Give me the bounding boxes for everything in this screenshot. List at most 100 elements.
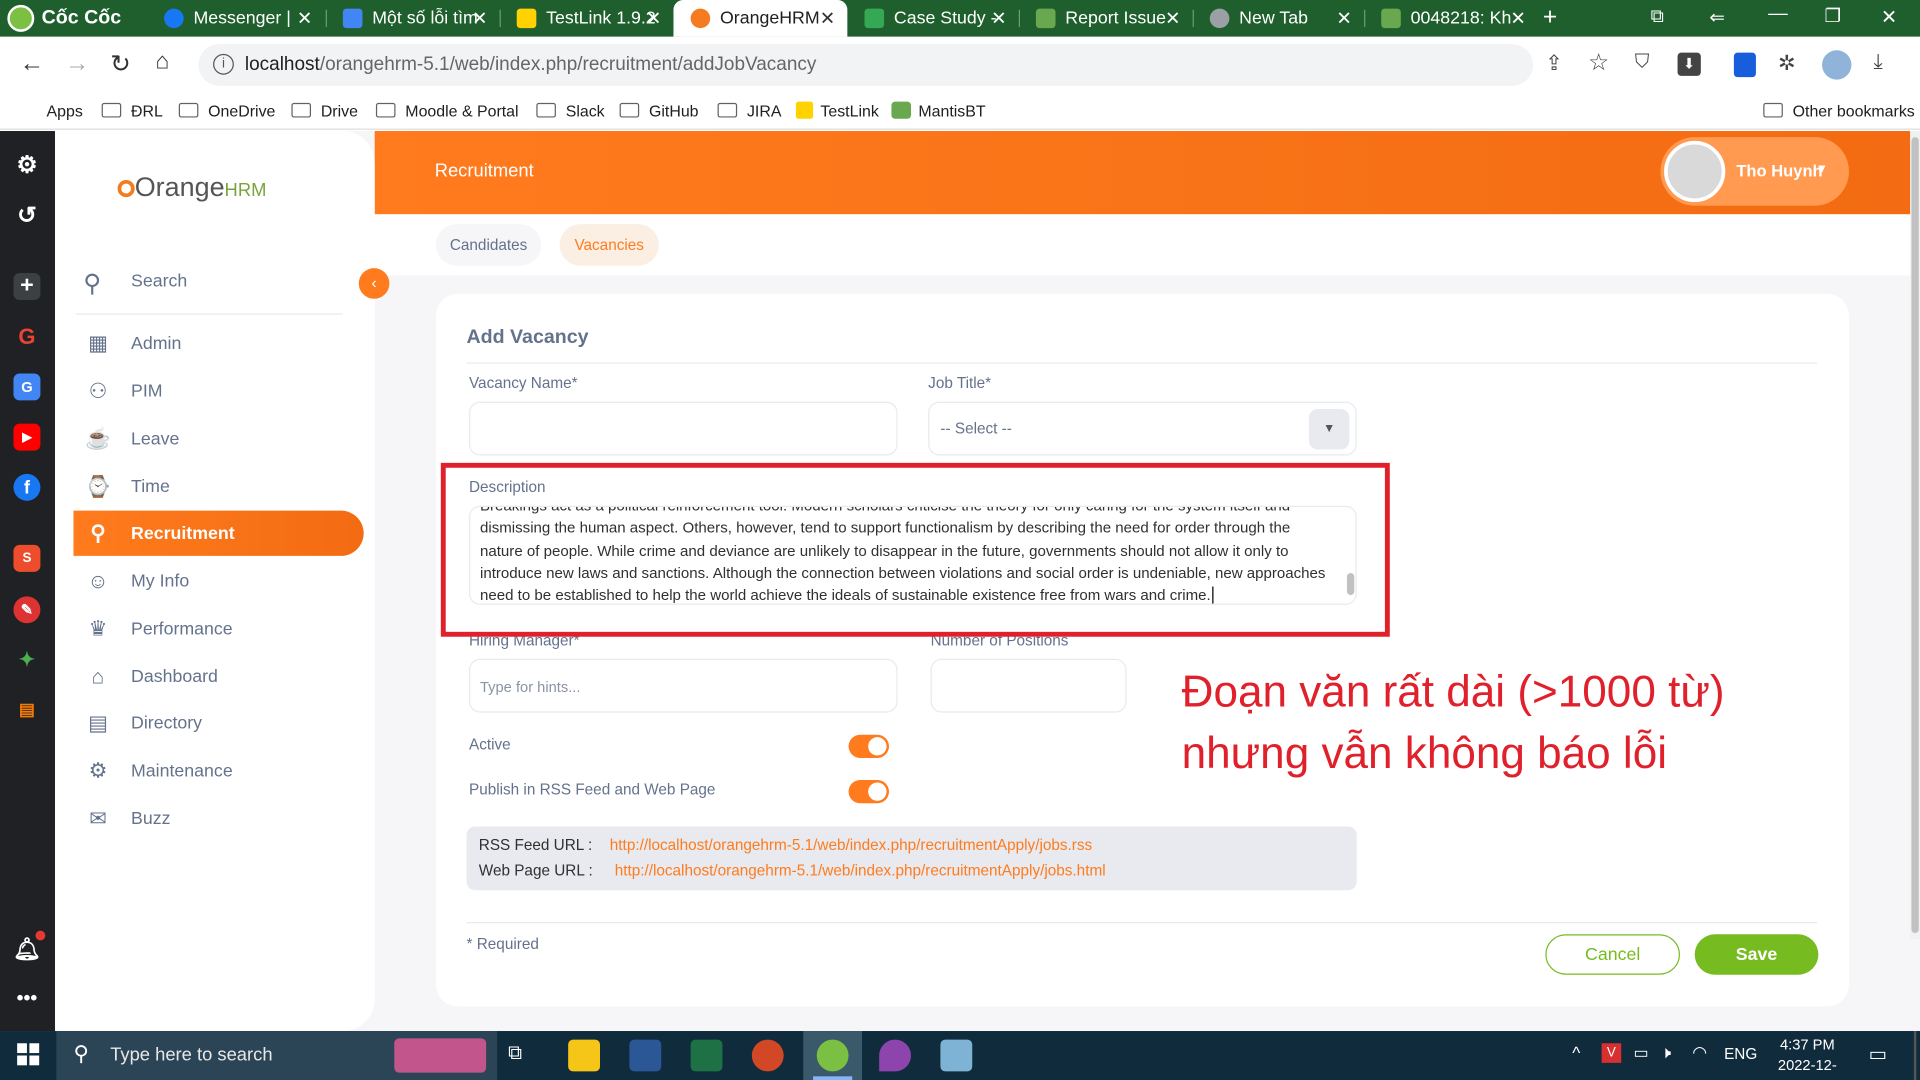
powerpoint-icon[interactable] <box>751 1039 784 1072</box>
close-tab-icon[interactable]: ✕ <box>472 7 487 30</box>
close-tab-icon[interactable]: ✕ <box>1510 7 1525 30</box>
bookmark-mantisbt[interactable]: MantisBT <box>891 98 986 122</box>
tab-coccoc[interactable]: Cốc Cốc <box>0 0 137 37</box>
notes-icon[interactable]: ✎ <box>13 596 41 624</box>
youtube-icon[interactable]: ▶ <box>13 423 41 451</box>
scrollbar-thumb[interactable] <box>1911 137 1919 934</box>
close-tab-icon[interactable]: ✕ <box>1336 7 1351 30</box>
google-icon[interactable]: G <box>13 323 40 350</box>
downloads-icon[interactable]: ⤓ <box>1873 50 1882 74</box>
rss-url-link[interactable]: http://localhost/orangehrm-5.1/web/index… <box>610 836 1092 853</box>
add-panel-icon[interactable]: + <box>13 273 41 301</box>
notifications-icon[interactable]: ▭ <box>1869 1042 1888 1066</box>
tab-candidates[interactable]: Candidates <box>435 224 542 266</box>
shield-icon[interactable]: ⛉ <box>1635 51 1650 73</box>
cancel-button[interactable]: Cancel <box>1545 934 1681 975</box>
history-icon[interactable]: ↺ <box>13 202 40 229</box>
shopee-icon[interactable]: S <box>13 544 41 572</box>
forward-icon[interactable]: → <box>65 50 89 78</box>
bookmark-testlink[interactable]: TestLink <box>795 98 879 122</box>
site-info-icon[interactable]: i <box>213 53 234 75</box>
tab-report-issue[interactable]: Report Issue ✕ <box>1019 0 1193 37</box>
sidebar-item-recruitment[interactable]: ⚲ Recruitment <box>73 510 364 556</box>
settings-icon[interactable]: ⚙ <box>13 152 40 179</box>
tab-messenger[interactable]: Messenger | ✕ <box>147 0 325 37</box>
more-icon[interactable]: ••• <box>13 986 40 1013</box>
sidebar-item-admin[interactable]: ▦ Admin <box>73 321 363 366</box>
task-view-icon[interactable]: ⧉ <box>508 1043 522 1065</box>
tab-search-icon[interactable]: ⇐ <box>1709 6 1724 28</box>
rss-toggle[interactable] <box>848 780 889 804</box>
tab-testlink[interactable]: TestLink 1.9.2 ✕ <box>500 0 674 37</box>
coccoc-game-icon[interactable]: ✦ <box>13 647 40 674</box>
paint-icon[interactable] <box>879 1039 912 1072</box>
minimize-icon[interactable]: — <box>1768 4 1788 26</box>
sidebar-item-pim[interactable]: ⚇ PIM <box>73 369 363 414</box>
sidebar-item-dashboard[interactable]: ⌂ Dashboard <box>73 654 363 699</box>
share-icon[interactable]: ⇪ <box>1545 51 1562 75</box>
extensions-icon[interactable]: ✲ <box>1778 51 1795 75</box>
sidebar-item-my-info[interactable]: ☺ My Info <box>73 558 363 603</box>
bookmark-apps[interactable]: Apps <box>47 98 83 122</box>
web-url-link[interactable]: http://localhost/orangehrm-5.1/web/index… <box>615 862 1106 879</box>
close-tab-icon[interactable]: ✕ <box>297 7 312 30</box>
notepad-icon[interactable] <box>940 1039 973 1072</box>
close-tab-icon[interactable]: ✕ <box>820 7 835 30</box>
restore-icon[interactable]: ❐ <box>1824 5 1840 27</box>
tab-new-tab[interactable]: New Tab ✕ <box>1193 0 1364 37</box>
chevron-down-icon[interactable]: ▼ <box>1308 408 1350 450</box>
new-tab-icon[interactable]: + <box>1543 4 1557 32</box>
home-icon[interactable]: ⌂ <box>156 49 170 76</box>
bitwarden-icon[interactable] <box>1733 52 1756 78</box>
profile-avatar-icon[interactable] <box>1822 50 1852 80</box>
chevron-up-icon[interactable]: ^ <box>1572 1043 1580 1063</box>
star-icon[interactable]: ☆ <box>1588 49 1609 77</box>
facebook-sidebar-icon[interactable]: f <box>13 473 41 501</box>
sidebar-item-directory[interactable]: ▤ Directory <box>73 700 363 745</box>
url-text[interactable]: localhost/orangehrm-5.1/web/index.php/re… <box>245 54 816 76</box>
show-desktop[interactable] <box>1913 1031 1917 1080</box>
sidebar-search[interactable]: Search <box>131 272 187 292</box>
vivaldi-tray-icon[interactable]: V <box>1601 1043 1622 1063</box>
sidebar-item-time[interactable]: ⌚ Time <box>73 464 363 509</box>
screenshot-icon[interactable]: ⧉ <box>1651 6 1664 27</box>
sidebar-item-leave[interactable]: ☕ Leave <box>73 416 363 461</box>
bookmark-slack[interactable]: Slack <box>536 98 605 122</box>
windows-start-icon[interactable] <box>17 1043 40 1066</box>
positions-input[interactable] <box>930 658 1127 713</box>
volume-icon[interactable]: 🕨︎ <box>1660 1042 1671 1063</box>
bookmark-moodle[interactable]: Moodle & Portal <box>375 98 519 122</box>
bookmark-jira[interactable]: JIRA <box>717 98 781 122</box>
tab-vacancies[interactable]: Vacancies <box>559 224 659 266</box>
notification-bell-icon[interactable]: 🔔︎ <box>13 936 41 963</box>
word-icon[interactable] <box>629 1039 662 1072</box>
tab-orangehrm[interactable]: OrangeHRM ✕ <box>673 0 848 37</box>
language-indicator[interactable]: ENG <box>1724 1046 1757 1063</box>
tab-mantis-issue[interactable]: 0048218: Kh ✕ <box>1364 0 1538 37</box>
bookmark-github[interactable]: GitHub <box>619 98 699 122</box>
bookmark-other[interactable]: Other bookmarks <box>1763 98 1915 122</box>
sidebar-item-performance[interactable]: ♛ Performance <box>73 606 363 651</box>
excel-icon[interactable] <box>690 1039 723 1072</box>
close-tab-icon[interactable]: ✕ <box>991 7 1006 30</box>
chevron-down-icon[interactable]: ▼ <box>1816 163 1828 176</box>
vacancy-name-input[interactable] <box>468 401 898 456</box>
clock[interactable]: 4:37 PM 2022-12-26 <box>1771 1035 1844 1080</box>
tab-docs[interactable]: Một số lỗi tìm ✕ <box>326 0 500 37</box>
file-explorer-icon[interactable] <box>568 1039 601 1072</box>
close-tab-icon[interactable]: ✕ <box>1165 7 1180 30</box>
tab-case-study[interactable]: Case Study - ✕ <box>847 0 1018 37</box>
bookmark-drl[interactable]: ĐRL <box>101 98 163 122</box>
sidebar-item-maintenance[interactable]: ⚙ Maintenance <box>73 748 363 793</box>
close-tab-icon[interactable]: ✕ <box>646 7 661 30</box>
bookmark-drive[interactable]: Drive <box>291 98 358 122</box>
store-icon[interactable]: ▤ <box>13 696 40 723</box>
translate-icon[interactable]: G <box>13 373 41 401</box>
sidebar-item-buzz[interactable]: ✉ Buzz <box>73 796 363 841</box>
collapse-sidebar-icon[interactable]: ‹ <box>358 268 390 299</box>
active-toggle[interactable] <box>848 734 889 758</box>
save-button[interactable]: Save <box>1694 934 1819 975</box>
download-ext-icon[interactable]: ⬇ <box>1677 52 1701 76</box>
bookmark-onedrive[interactable]: OneDrive <box>178 98 275 122</box>
wifi-icon[interactable]: ◠ <box>1692 1042 1707 1063</box>
